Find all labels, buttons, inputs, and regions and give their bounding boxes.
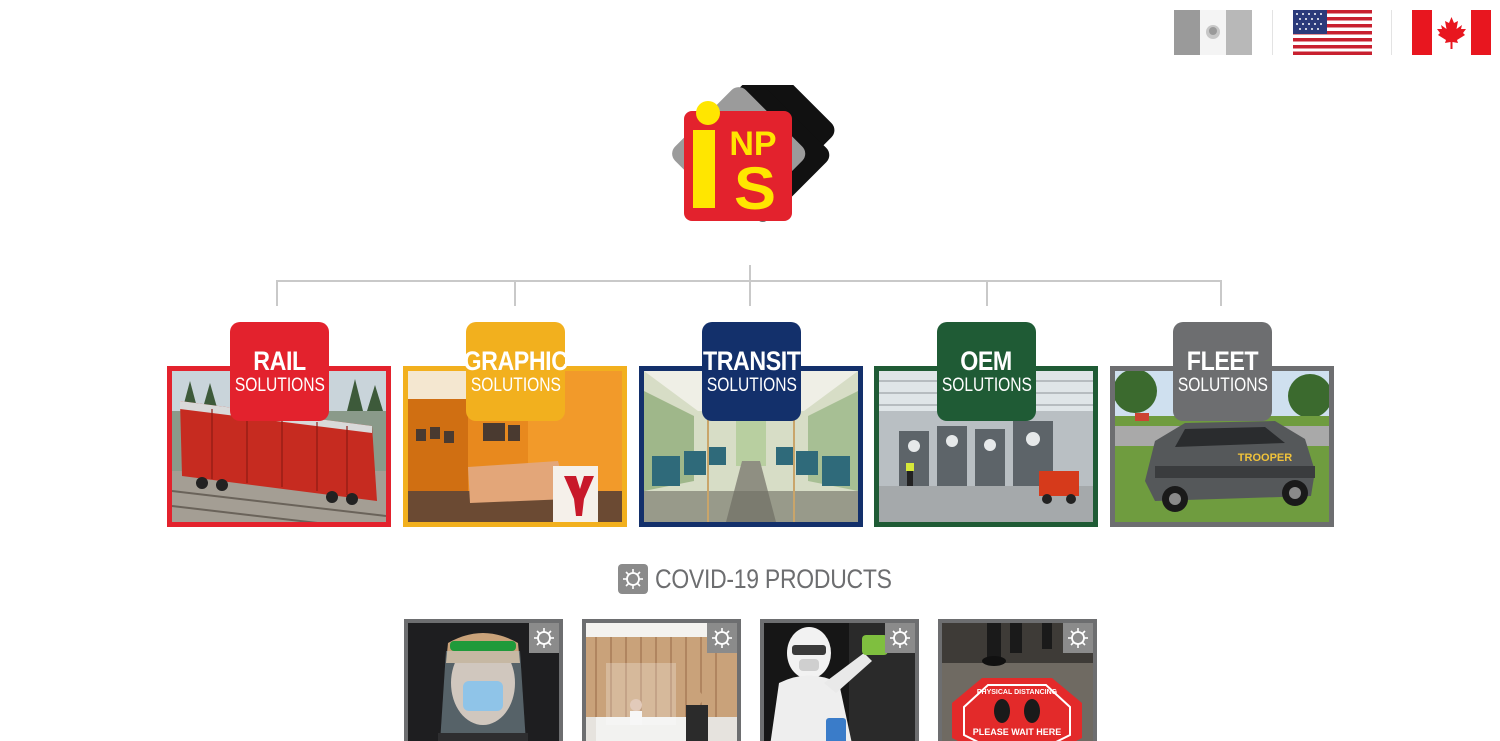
division-title: OEM (960, 345, 1013, 376)
usa-flag-icon[interactable] (1293, 10, 1372, 55)
division-title: GRAPHIC (463, 345, 568, 376)
division-subtitle: SOLUTIONS (941, 374, 1032, 396)
division-tag-fleet[interactable]: FLEET SOLUTIONS (1173, 322, 1272, 421)
mexico-flag-icon[interactable] (1174, 10, 1252, 55)
division-title: FLEET (1186, 345, 1259, 376)
covid-heading-label: COVID-19 PRODUCTS (655, 563, 892, 594)
division-card-transit[interactable]: TRANSIT SOLUTIONS (639, 322, 863, 527)
division-card-graphic[interactable]: GRAPHIC SOLUTIONS (403, 322, 627, 527)
flag-divider (1391, 10, 1392, 55)
decal-text-top: PHYSICAL DISTANCING (977, 689, 1058, 696)
virus-icon (707, 623, 737, 653)
virus-icon (1063, 623, 1093, 653)
logo-letters-bottom: S (734, 155, 776, 222)
division-tag-transit[interactable]: TRANSIT SOLUTIONS (702, 322, 801, 421)
division-card-oem[interactable]: OEM SOLUTIONS (874, 322, 1098, 527)
canada-flag-icon[interactable] (1412, 10, 1491, 55)
page: NP S RAIL SOLUTIONS GRAPHIC SOLUTIONS TR… (0, 0, 1500, 741)
covid-products-heading[interactable]: COVID-19 PRODUCTS (618, 562, 933, 596)
division-subtitle: SOLUTIONS (470, 374, 561, 396)
virus-icon (618, 564, 648, 594)
covid-product-floor-decal[interactable]: PHYSICAL DISTANCING PLEASE WAIT HERE (938, 619, 1097, 741)
division-title: RAIL (253, 345, 306, 376)
division-subtitle: SOLUTIONS (1177, 374, 1268, 396)
division-tag-oem[interactable]: OEM SOLUTIONS (937, 322, 1036, 421)
fleet-photo-text: TROOPER (1238, 452, 1292, 464)
covid-product-face-shield[interactable] (404, 619, 563, 741)
virus-icon (529, 623, 559, 653)
division-subtitle: SOLUTIONS (706, 374, 797, 396)
division-title: TRANSIT (702, 345, 801, 376)
division-subtitle: SOLUTIONS (234, 374, 325, 396)
covid-product-barrier[interactable] (582, 619, 741, 741)
division-tag-graphic[interactable]: GRAPHIC SOLUTIONS (463, 322, 568, 421)
division-tag-rail[interactable]: RAIL SOLUTIONS (230, 322, 329, 421)
virus-icon (885, 623, 915, 653)
covid-product-sanitizing[interactable] (760, 619, 919, 741)
flag-divider (1272, 10, 1273, 55)
inps-logo[interactable]: NP S (660, 63, 840, 245)
division-card-rail[interactable]: RAIL SOLUTIONS (167, 322, 391, 527)
decal-text-bottom: PLEASE WAIT HERE (973, 727, 1062, 737)
division-card-fleet[interactable]: FLEET SOLUTIONS TROOPER (1110, 322, 1334, 527)
